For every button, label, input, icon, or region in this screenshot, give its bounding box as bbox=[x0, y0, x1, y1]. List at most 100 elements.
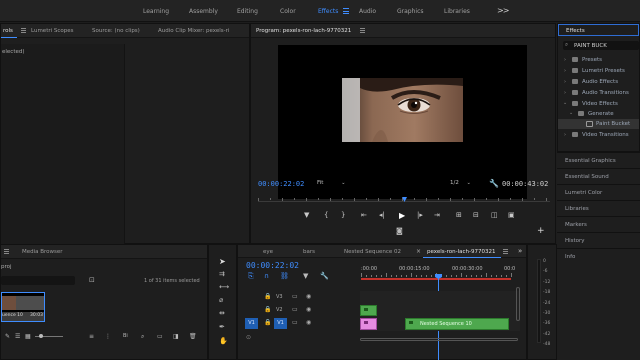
sync-lock-icon[interactable]: ▭ bbox=[292, 306, 298, 313]
tab-nested-sequence-02[interactable]: Nested Sequence 02 bbox=[344, 249, 401, 255]
razor-tool-icon[interactable]: ⌀ bbox=[219, 296, 223, 304]
workspace-tab-libraries[interactable]: Libraries bbox=[444, 8, 470, 15]
tab-sequence-bars[interactable]: bars bbox=[303, 249, 315, 255]
new-bin-from-search-icon[interactable]: ⊡ bbox=[89, 276, 95, 284]
lift-button[interactable]: ⊞ bbox=[456, 211, 462, 219]
export-frame-button[interactable]: ◫ bbox=[491, 211, 498, 219]
add-marker-icon[interactable]: ▼ bbox=[303, 272, 308, 280]
effects-tree-item-presets[interactable]: › Presets bbox=[558, 55, 639, 65]
workspace-tab-assembly[interactable]: Assembly bbox=[189, 8, 218, 15]
workspace-tab-audio[interactable]: Audio bbox=[359, 8, 376, 15]
tab-controls[interactable]: rols bbox=[3, 28, 13, 34]
source-patch-v1[interactable]: V1 bbox=[245, 318, 258, 329]
effects-tree-item-video-transitions[interactable]: › Video Transitions bbox=[558, 130, 639, 140]
workspace-tab-graphics[interactable]: Graphics bbox=[397, 8, 424, 15]
camera-icon[interactable]: ◙ bbox=[396, 227, 403, 235]
overflow-icon[interactable]: » bbox=[518, 247, 522, 255]
clip-nested-sequence-10[interactable]: Nested Sequence 10 bbox=[405, 318, 509, 330]
go-to-in-button[interactable]: ⇤ bbox=[361, 211, 367, 219]
sort-icon[interactable]: ≡ bbox=[89, 333, 94, 340]
find-icon[interactable]: ⌕ bbox=[141, 333, 144, 341]
program-monitor-title[interactable]: Program: pexels-ron-lach-9770321 bbox=[256, 28, 351, 34]
workspace-tab-learning[interactable]: Learning bbox=[143, 8, 169, 15]
tab-pexels-ron-lach[interactable]: pexels-ron-lach-9770321 bbox=[427, 249, 496, 255]
zoom-slider-handle[interactable] bbox=[39, 334, 43, 338]
program-video-canvas[interactable] bbox=[278, 45, 527, 199]
lock-icon[interactable]: 🔒 bbox=[264, 319, 271, 326]
slip-tool-icon[interactable]: ⇹ bbox=[219, 309, 225, 317]
panel-menu-icon[interactable] bbox=[360, 28, 365, 35]
panel-menu-icon[interactable] bbox=[503, 249, 508, 256]
panel-lumetri-color[interactable]: Lumetri Color bbox=[557, 184, 640, 200]
mark-out-button[interactable]: } bbox=[341, 211, 345, 219]
extract-button[interactable]: ⊟ bbox=[473, 211, 479, 219]
track-target-v1[interactable]: V1 bbox=[274, 318, 287, 329]
tab-sequence-eye[interactable]: eye bbox=[263, 249, 273, 255]
panel-history[interactable]: History bbox=[557, 232, 640, 248]
comparison-view-button[interactable]: ▣ bbox=[508, 211, 515, 219]
workspace-tab-color[interactable]: Color bbox=[280, 8, 296, 15]
ripple-edit-tool-icon[interactable]: ⟷ bbox=[219, 283, 229, 291]
effects-tree-item-video-effects[interactable]: ⌄ Video Effects bbox=[558, 99, 639, 109]
pen-tool-icon[interactable]: ✒ bbox=[219, 323, 225, 331]
tab-media-browser[interactable]: Media Browser bbox=[22, 249, 63, 255]
workspace-overflow-button[interactable]: >> bbox=[497, 6, 509, 15]
workspace-menu-icon[interactable] bbox=[343, 8, 349, 14]
timeline-settings-icon[interactable]: 🔧 bbox=[320, 272, 329, 280]
panel-menu-icon[interactable] bbox=[4, 249, 9, 256]
track-select-tool-icon[interactable]: ⇉ bbox=[219, 270, 225, 278]
workspace-tab-effects[interactable]: Effects bbox=[318, 8, 338, 15]
close-icon[interactable]: × bbox=[416, 248, 421, 255]
track-v3-lane[interactable] bbox=[360, 291, 520, 304]
tab-audio-clip-mixer[interactable]: Audio Clip Mixer: pexels-ri bbox=[158, 28, 229, 34]
panel-markers[interactable]: Markers bbox=[557, 216, 640, 232]
effects-tree-item-lumetri-presets[interactable]: › Lumetri Presets bbox=[558, 66, 639, 76]
effects-tree-item-audio-effects[interactable]: › Audio Effects bbox=[558, 77, 639, 87]
track-v2-lane[interactable] bbox=[360, 304, 520, 317]
effects-tree-item-audio-transitions[interactable]: › Audio Transitions bbox=[558, 88, 639, 98]
linked-selection-icon[interactable]: ⛓ bbox=[280, 272, 289, 280]
add-button-icon[interactable]: + bbox=[537, 226, 545, 236]
list-view-icon[interactable]: ☰ bbox=[15, 333, 20, 340]
resolution-dropdown[interactable]: 1/2 ⌄ bbox=[450, 180, 471, 186]
go-to-out-button[interactable]: ⇥ bbox=[434, 211, 440, 219]
insert-sequence-as-nest-icon[interactable]: ⎘ bbox=[248, 272, 254, 281]
step-back-button[interactable]: ◂| bbox=[379, 211, 385, 219]
track-height-scrollbar[interactable] bbox=[516, 287, 520, 321]
program-current-timecode[interactable]: 00:00:22:02 bbox=[258, 180, 304, 188]
track-v1-lane[interactable]: Nested Sequence 10 bbox=[360, 317, 520, 331]
sync-lock-icon[interactable]: ▭ bbox=[292, 293, 298, 300]
hand-tool-icon[interactable]: ✋ bbox=[219, 337, 228, 345]
panel-libraries[interactable]: Libraries bbox=[557, 200, 640, 216]
new-bin-icon[interactable]: ▭ bbox=[157, 333, 163, 340]
panel-essential-graphics[interactable]: Essential Graphics bbox=[557, 152, 640, 168]
panel-menu-icon[interactable] bbox=[21, 28, 26, 33]
panel-info[interactable]: Info bbox=[557, 248, 640, 360]
panel-essential-sound[interactable]: Essential Sound bbox=[557, 168, 640, 184]
clip-green-small[interactable] bbox=[360, 305, 377, 316]
automate-to-sequence-icon[interactable]: ⋮ bbox=[105, 333, 111, 340]
timeline-horizontal-scrollbar[interactable] bbox=[360, 338, 518, 341]
selection-tool-icon[interactable]: ➤ bbox=[219, 257, 226, 266]
snap-icon[interactable]: ∩ bbox=[264, 272, 269, 280]
project-search-input[interactable] bbox=[1, 276, 75, 285]
audio-mute-icon[interactable]: ⊙ bbox=[246, 334, 251, 341]
lock-icon[interactable]: 🔒 bbox=[264, 293, 271, 300]
wrench-icon[interactable]: 🔧 bbox=[489, 179, 499, 188]
eye-icon[interactable]: ◉ bbox=[306, 293, 311, 300]
project-item-thumbnail[interactable]: uence 10 30:03 bbox=[1, 292, 45, 322]
play-button[interactable]: ▶ bbox=[399, 211, 405, 220]
icon-view-icon[interactable]: ▦ bbox=[25, 333, 31, 340]
clip-pink[interactable] bbox=[360, 318, 377, 330]
tab-lumetri-scopes[interactable]: Lumetri Scopes bbox=[31, 28, 74, 34]
write-protect-icon[interactable]: ✎ bbox=[5, 333, 10, 340]
step-forward-button[interactable]: |▸ bbox=[417, 211, 423, 219]
effects-search-input[interactable]: ⌕ PAINT BUCK bbox=[563, 41, 639, 50]
lock-icon[interactable]: 🔒 bbox=[264, 306, 271, 313]
eye-icon[interactable]: ◉ bbox=[306, 306, 311, 313]
tab-effects[interactable]: Effects bbox=[566, 28, 585, 34]
sync-lock-icon[interactable]: ▭ bbox=[292, 319, 298, 326]
workspace-tab-editing[interactable]: Editing bbox=[237, 8, 258, 15]
trash-icon[interactable]: 🗑 bbox=[189, 333, 197, 340]
new-item-icon[interactable]: ◨ bbox=[173, 333, 179, 340]
